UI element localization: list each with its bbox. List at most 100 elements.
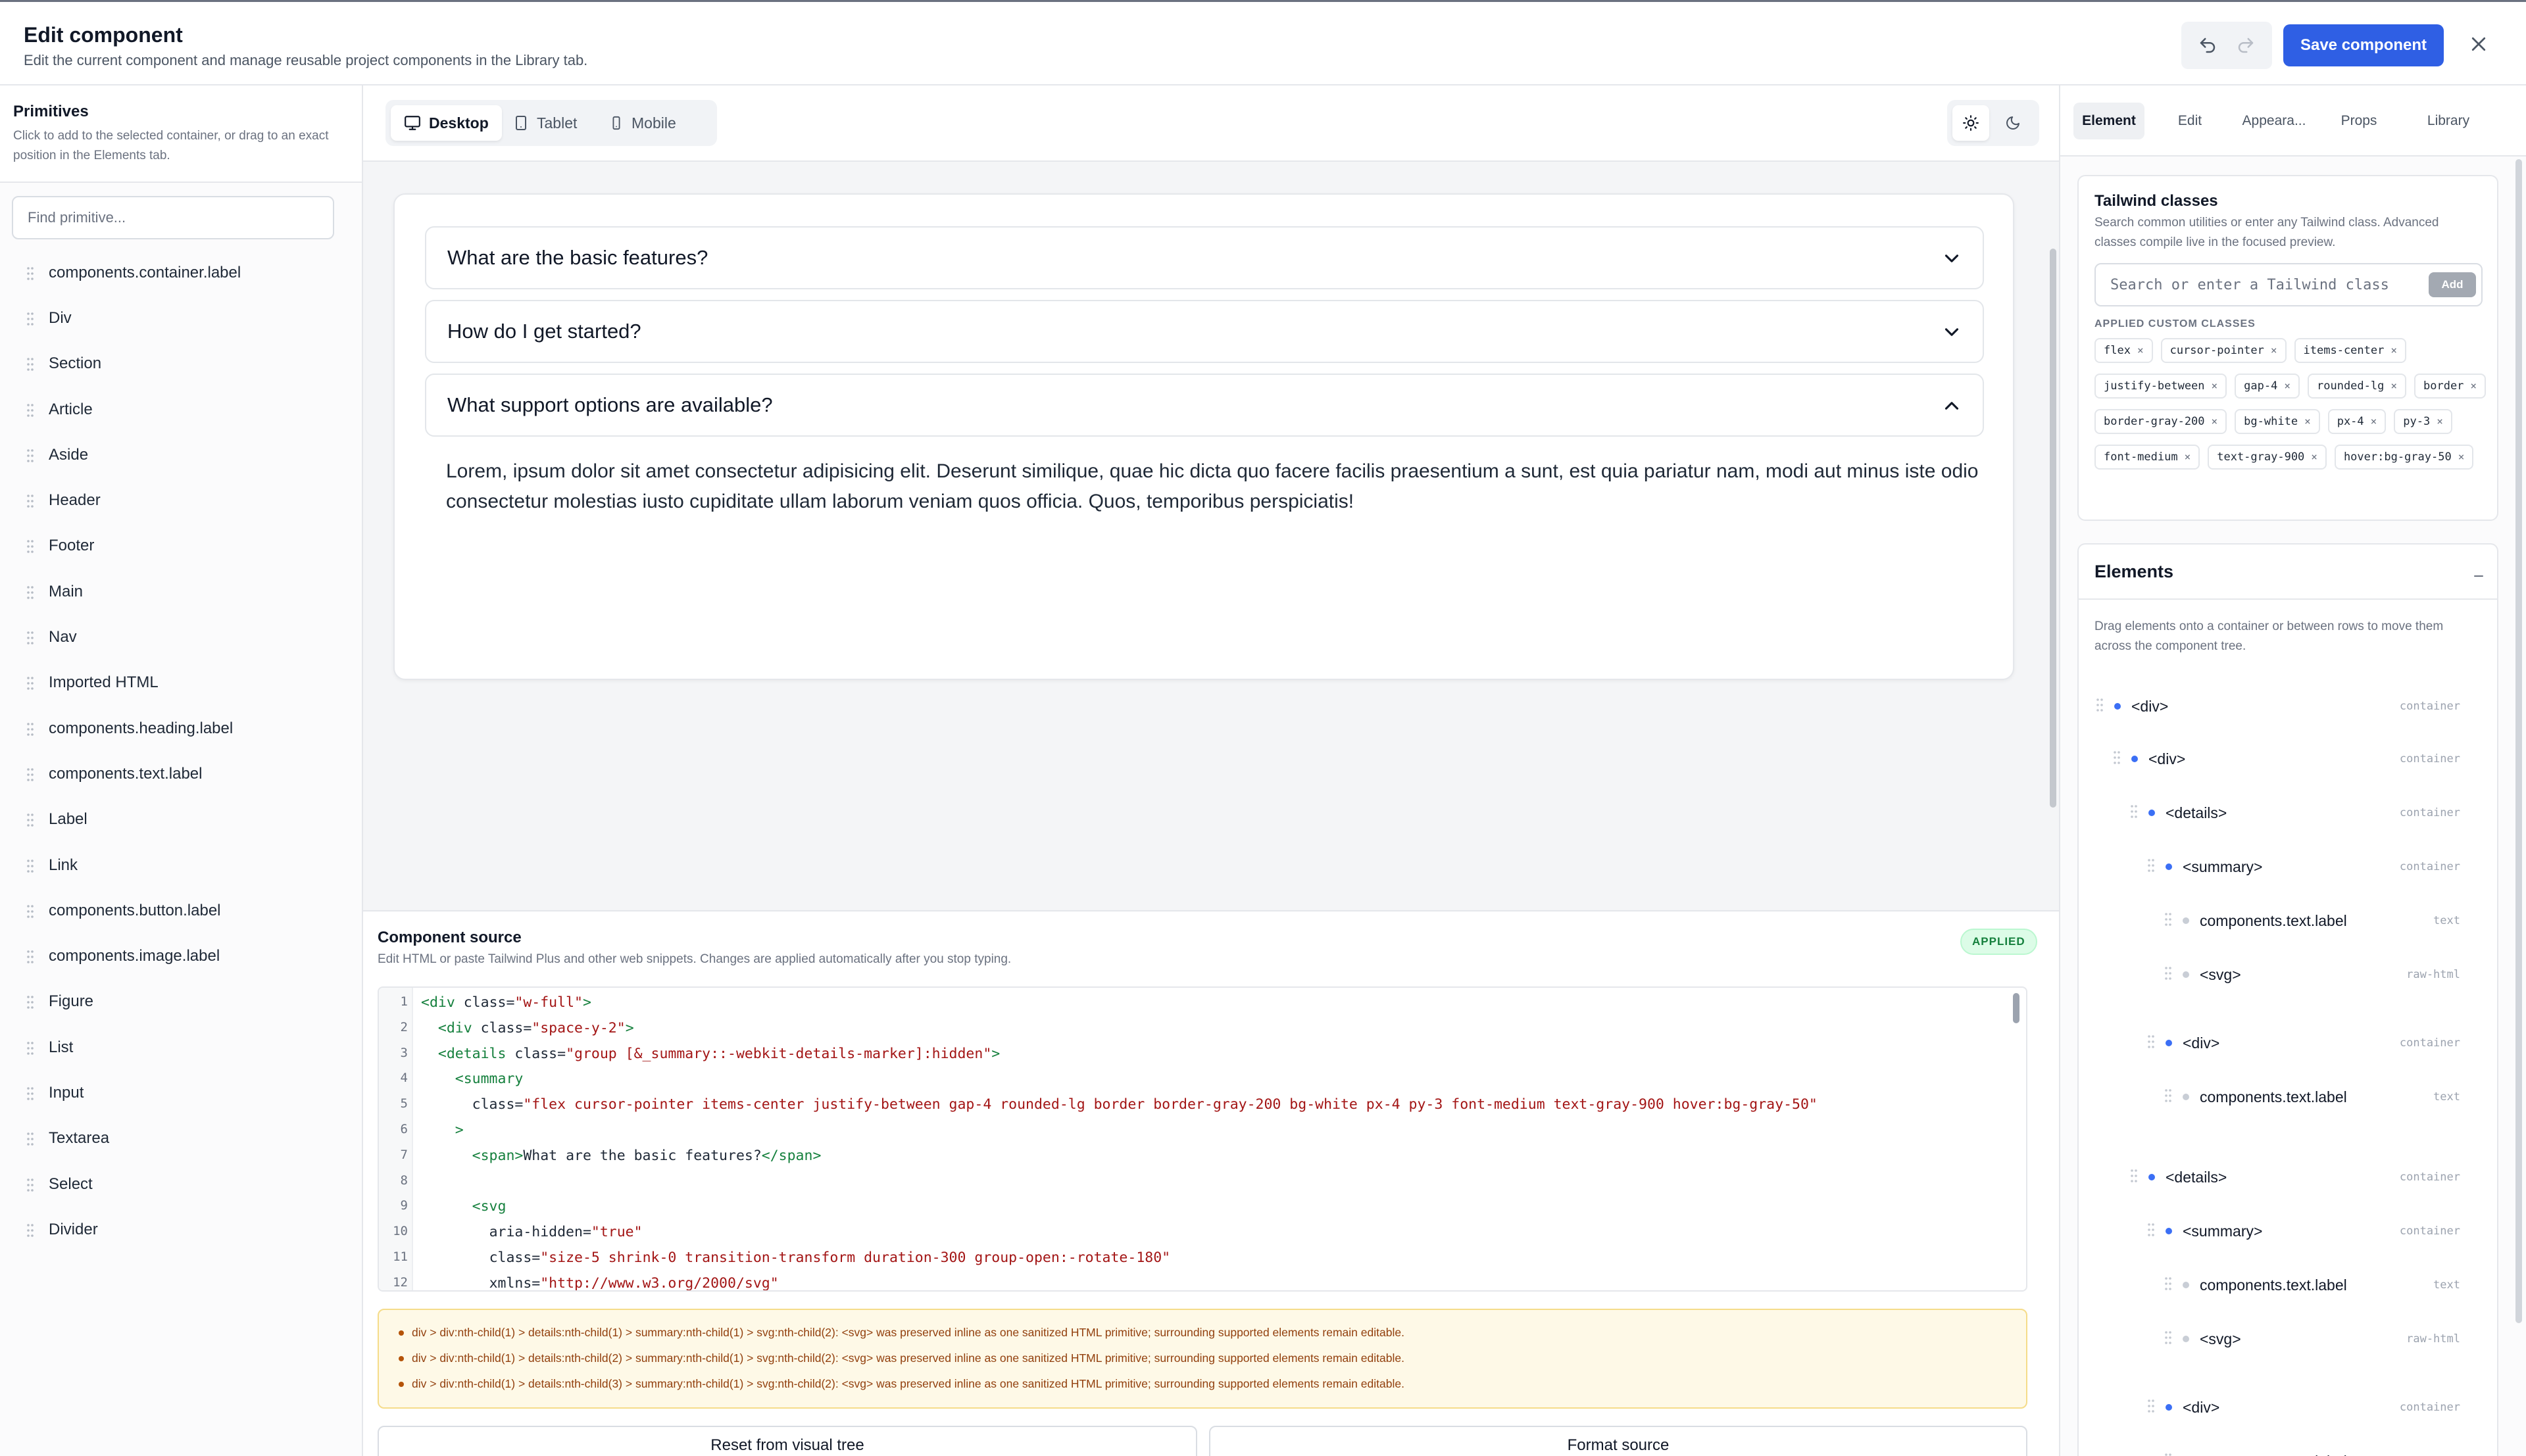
tree-node[interactable]: components.text.label text [2164,1272,2480,1298]
drag-handle-icon[interactable] [26,1041,34,1059]
drag-handle-icon[interactable] [26,494,34,512]
drag-handle-icon[interactable] [2130,804,2138,822]
primitive-item[interactable]: Section [0,341,362,387]
tree-node[interactable]: <details> container [2130,1164,2480,1190]
drag-handle-icon[interactable] [26,585,34,603]
light-theme-button[interactable] [1952,105,1989,141]
drag-handle-icon[interactable] [26,859,34,877]
dark-theme-button[interactable] [1994,105,2031,141]
device-tab-mobile[interactable]: Mobile [596,105,689,141]
drag-handle-icon[interactable] [26,631,34,648]
remove-icon[interactable]: × [2284,375,2291,397]
primitive-item[interactable]: Main [0,569,362,614]
drag-handle-icon[interactable] [2164,1276,2172,1294]
drag-handle-icon[interactable] [26,767,34,785]
tree-node[interactable]: <div> container [2147,1030,2480,1056]
primitive-item[interactable]: components.button.label [0,888,362,933]
drag-handle-icon[interactable] [26,312,34,329]
remove-icon[interactable]: × [2212,410,2218,433]
remove-icon[interactable]: × [2458,446,2465,468]
tree-node[interactable]: <div> container [2147,1394,2480,1420]
accordion-item-3[interactable]: What support options are available? [425,374,1984,437]
minus-icon[interactable] [2472,567,2485,580]
tree-node[interactable]: <div> container [2113,746,2480,772]
primitive-item[interactable]: Label [0,797,362,842]
remove-icon[interactable]: × [2470,375,2477,397]
tab-edit[interactable]: Edit [2160,103,2219,139]
tab-appearance[interactable]: Appeara... [2233,103,2316,139]
drag-handle-icon[interactable] [2164,1453,2172,1456]
drag-handle-icon[interactable] [26,266,34,284]
inspector-scrollbar[interactable] [2515,159,2522,1323]
tab-library[interactable]: Library [2409,103,2488,139]
drag-handle-icon[interactable] [2147,1223,2155,1240]
drag-handle-icon[interactable] [2147,858,2155,876]
accordion-item-1[interactable]: What are the basic features? [425,226,1984,289]
close-button[interactable] [2465,31,2492,57]
drag-handle-icon[interactable] [2130,1169,2138,1186]
remove-icon[interactable]: × [2304,410,2311,433]
remove-icon[interactable]: × [2271,339,2277,362]
remove-icon[interactable]: × [2437,410,2443,433]
tree-node[interactable]: <svg> raw-html [2164,1326,2480,1352]
drag-handle-icon[interactable] [26,676,34,694]
drag-handle-icon[interactable] [26,722,34,740]
undo-button[interactable] [2196,34,2219,57]
primitive-item[interactable]: components.text.label [0,751,362,796]
primitive-item[interactable]: Article [0,387,362,432]
tab-props[interactable]: Props [2326,103,2392,139]
drag-handle-icon[interactable] [2164,1330,2172,1348]
primitive-item[interactable]: Div [0,295,362,341]
remove-icon[interactable]: × [2185,446,2191,468]
reset-from-visual-tree-button[interactable]: Reset from visual tree [378,1426,1197,1456]
drag-handle-icon[interactable] [26,1132,34,1150]
drag-handle-icon[interactable] [2164,966,2172,984]
remove-icon[interactable]: × [2311,446,2317,468]
add-class-button[interactable]: Add [2429,272,2476,297]
remove-icon[interactable]: × [2390,375,2397,397]
format-source-button[interactable]: Format source [1209,1426,2027,1456]
tree-node[interactable]: <div> container [2096,693,2480,719]
primitive-item[interactable]: Figure [0,979,362,1025]
drag-handle-icon[interactable] [2147,1034,2155,1052]
remove-icon[interactable]: × [2371,410,2377,433]
primitive-item[interactable]: components.image.label [0,933,362,979]
drag-handle-icon[interactable] [2147,1399,2155,1417]
drag-handle-icon[interactable] [26,995,34,1013]
remove-icon[interactable]: × [2390,339,2397,362]
save-component-button[interactable]: Save component [2283,24,2444,66]
tree-node[interactable]: components.text.label text [2164,908,2480,934]
drag-handle-icon[interactable] [26,357,34,375]
drag-handle-icon[interactable] [26,449,34,466]
drag-handle-icon[interactable] [2164,912,2172,930]
primitive-item[interactable]: Select [0,1161,362,1207]
drag-handle-icon[interactable] [26,1223,34,1241]
drag-handle-icon[interactable] [26,1178,34,1196]
device-tab-desktop[interactable]: Desktop [391,105,502,141]
drag-handle-icon[interactable] [26,813,34,831]
drag-handle-icon[interactable] [26,904,34,922]
primitive-item[interactable]: Header [0,477,362,523]
drag-handle-icon[interactable] [26,539,34,557]
primitive-item[interactable]: Imported HTML [0,660,362,706]
primitive-item[interactable]: Aside [0,432,362,477]
drag-handle-icon[interactable] [26,403,34,421]
tree-node[interactable]: <summary> container [2147,1218,2480,1244]
primitive-item[interactable]: Input [0,1070,362,1115]
drag-handle-icon[interactable] [2096,698,2104,716]
remove-icon[interactable]: × [2137,339,2144,362]
drag-handle-icon[interactable] [2113,750,2121,768]
remove-icon[interactable]: × [2212,375,2218,397]
tree-node[interactable]: <details> container [2130,800,2480,826]
accordion-item-2[interactable]: How do I get started? [425,300,1984,363]
tailwind-class-input[interactable] [2096,264,2425,305]
primitive-item[interactable]: components.heading.label [0,706,362,751]
code-editor[interactable]: 1 2 3 4 5 6 7 8 9 10 11 12 <div class="w-full"> <di… [378,986,2027,1292]
tree-node[interactable]: <summary> container [2147,854,2480,880]
tree-node[interactable]: components.text.label text [2164,1084,2480,1110]
device-tab-tablet[interactable]: Tablet [500,105,590,141]
editor-scrollbar[interactable] [2013,993,2019,1023]
redo-button[interactable] [2234,34,2258,57]
primitive-item[interactable]: List [0,1025,362,1070]
primitive-item[interactable]: Nav [0,614,362,660]
